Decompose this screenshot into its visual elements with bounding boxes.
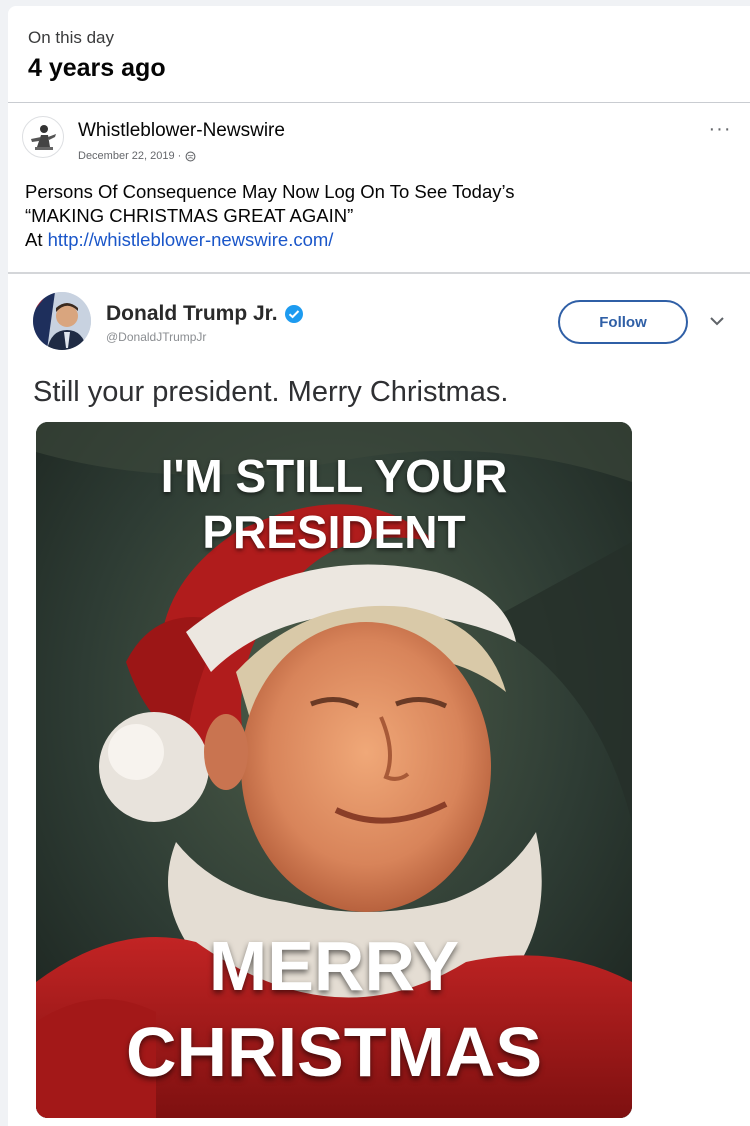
meme-bottom-line-2: CHRISTMAS	[125, 1013, 543, 1091]
embedded-tweet-image[interactable]: Donald Trump Jr. @DonaldJTrumpJr Follow …	[8, 274, 750, 1126]
profile-photo-icon	[33, 292, 91, 350]
post-text-line-2: “MAKING CHRISTMAS GREAT AGAIN”	[25, 205, 354, 226]
post-header: Whistleblower-Newswire December 22, 2019…	[8, 106, 750, 176]
more-options-button[interactable]: ···	[706, 119, 734, 146]
tweet-handle: @DonaldJTrumpJr	[106, 330, 207, 344]
follow-button: Follow	[558, 300, 688, 344]
page-name[interactable]: Whistleblower-Newswire	[78, 120, 285, 142]
page-logo-icon	[24, 118, 62, 156]
tweet-text: Still your president. Merry Christmas.	[33, 376, 509, 408]
verified-badge-icon	[284, 305, 303, 323]
globe-icon	[185, 151, 196, 161]
meme-top-line-1: I'M STILL YOUR	[160, 450, 508, 502]
post-text-line-3: At http://whistleblower-newswire.com/	[25, 228, 725, 252]
tweet-author-name: Donald Trump Jr.	[106, 302, 278, 325]
post-meta: December 22, 2019 ·	[78, 150, 196, 162]
memory-title: 4 years ago	[28, 54, 166, 82]
memory-label: On this day	[28, 28, 114, 47]
chevron-down-icon	[710, 317, 724, 326]
memory-header: On this day 4 years ago	[8, 6, 750, 103]
meme-bottom-line-1: MERRY	[208, 927, 460, 1005]
post-link[interactable]: http://whistleblower-newswire.com/	[48, 229, 334, 250]
page-avatar[interactable]	[22, 116, 64, 158]
tweet-avatar[interactable]	[33, 292, 91, 350]
post-text: Persons Of Consequence May Now Log On To…	[25, 180, 725, 252]
tweet-image: I'M STILL YOUR PRESIDENT MERRY CHRISTMAS	[36, 422, 632, 1118]
memory-card: On this day 4 years ago Whistleblower-Ne…	[8, 6, 750, 1126]
post-date[interactable]: December 22, 2019 ·	[78, 150, 181, 162]
meme-top-line-2: PRESIDENT	[202, 506, 466, 558]
post-text-line-1: Persons Of Consequence May Now Log On To…	[25, 181, 515, 202]
post-text-prefix: At	[25, 229, 48, 250]
tweet-author: Donald Trump Jr.	[106, 302, 304, 326]
